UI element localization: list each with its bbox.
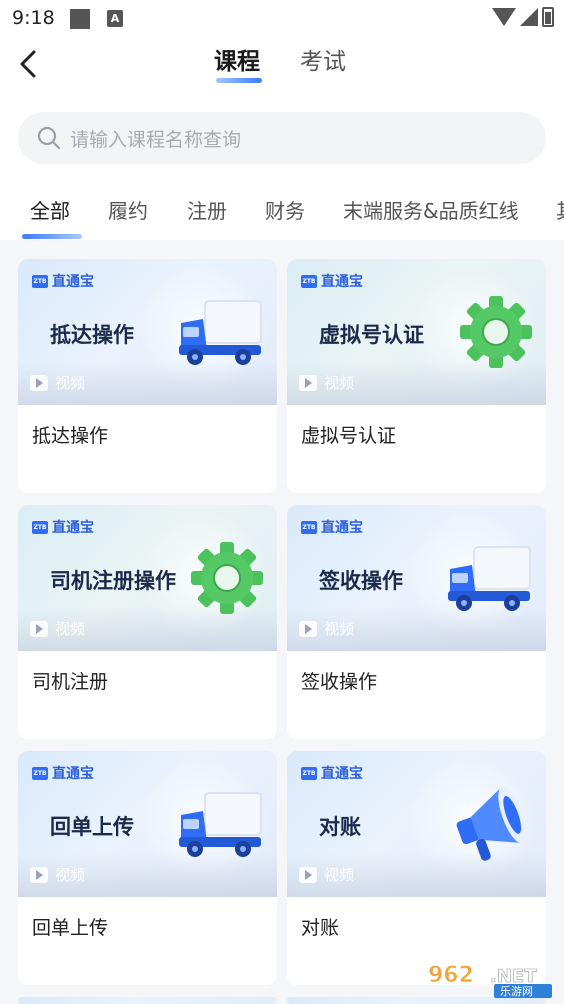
- brand-label: ZTB 直通宝: [301, 766, 363, 782]
- status-time: 9:18: [12, 7, 55, 29]
- wifi-icon: [492, 8, 516, 26]
- course-thumbnail: ZTB 直通宝 虚拟号认证 视频: [287, 259, 546, 405]
- tab-exam[interactable]: 考试: [300, 42, 346, 76]
- filter-active-indicator: [22, 234, 82, 239]
- course-thumbnail: ZTB 直通宝 司机注册操作 视频: [18, 505, 277, 651]
- course-thumbnail: ZTB 直通宝 签收操作 视频: [287, 505, 546, 651]
- nav-bar: 课程 考试: [0, 38, 564, 100]
- brand-label: ZTB 直通宝: [32, 766, 94, 782]
- search-placeholder: 请输入课程名称查询: [70, 129, 242, 151]
- thumbnail-title: 回单上传: [50, 815, 134, 839]
- thumbnail-title: 对账: [319, 815, 361, 839]
- tab-active-indicator: [216, 78, 262, 83]
- video-tag: 视频: [299, 864, 354, 885]
- truck-icon: [179, 300, 262, 365]
- play-icon: [30, 866, 48, 883]
- filter-fulfillment[interactable]: 履约: [108, 195, 148, 224]
- search-area: 请输入课程名称查询: [0, 100, 564, 174]
- thumbnail-title: 签收操作: [319, 569, 403, 593]
- play-icon: [30, 374, 48, 391]
- play-icon: [30, 620, 48, 637]
- course-thumbnail: ZTB 直通宝 抵达操作 视频: [18, 259, 277, 405]
- brand-logo-icon: ZTB: [32, 520, 48, 534]
- play-icon: [299, 866, 317, 883]
- course-card[interactable]: ZTB 直通宝 司机注册操作 视频 司机注册: [18, 505, 277, 739]
- category-filter-bar: 全部 履约 注册 财务 末端服务&品质红线 其: [0, 174, 564, 240]
- course-thumbnail: ZTB 直通宝 对账 视频: [287, 751, 546, 897]
- status-indicators: [492, 7, 554, 27]
- brand-logo-icon: ZTB: [32, 766, 48, 780]
- play-icon: [299, 620, 317, 637]
- thumbnail-title: 司机注册操作: [50, 569, 176, 593]
- brand-logo-icon: ZTB: [301, 274, 317, 288]
- filter-register[interactable]: 注册: [187, 195, 227, 224]
- svg-text:962: 962: [428, 963, 474, 988]
- truck-icon: [448, 546, 531, 611]
- filter-all[interactable]: 全部: [30, 195, 70, 224]
- search-input[interactable]: 请输入课程名称查询: [18, 112, 546, 164]
- course-card[interactable]: ZTB 直通宝 回单上传 视频 回单上传: [18, 751, 277, 985]
- megaphone-icon: [456, 786, 527, 861]
- video-tag: 视频: [30, 864, 85, 885]
- search-icon: [37, 126, 61, 150]
- video-tag: 视频: [30, 372, 85, 393]
- cell-signal-icon: [520, 8, 538, 26]
- course-title: 对账: [301, 917, 340, 939]
- brand-label: ZTB 直通宝: [301, 520, 363, 536]
- chevron-left-icon: [20, 50, 36, 78]
- svg-text:乐游网: 乐游网: [500, 985, 533, 998]
- course-title: 司机注册: [32, 671, 109, 693]
- status-bar: 9:18 A: [0, 0, 564, 38]
- brand-label: ZTB 直通宝: [301, 274, 363, 290]
- video-tag: 视频: [299, 618, 354, 639]
- gear-icon: [191, 542, 263, 614]
- course-card[interactable]: ZTB 直通宝 签收操作 视频 签收操作: [287, 505, 546, 739]
- battery-icon: [542, 7, 554, 27]
- filter-finance[interactable]: 财务: [265, 195, 305, 224]
- course-card[interactable]: ZTB 直通宝 对账 视频 对账: [287, 751, 546, 985]
- back-button[interactable]: [10, 44, 50, 84]
- brand-label: ZTB 直通宝: [32, 520, 94, 536]
- gear-icon: [460, 296, 532, 368]
- notification-square-icon: [70, 9, 90, 29]
- thumbnail-title: 虚拟号认证: [319, 323, 424, 347]
- watermark-logo: 962 .NET 乐游网: [424, 956, 556, 1000]
- brand-logo-icon: ZTB: [301, 520, 317, 534]
- tab-course[interactable]: 课程: [214, 42, 260, 76]
- course-title: 虚拟号认证: [301, 425, 397, 447]
- svg-text:.NET: .NET: [490, 966, 537, 987]
- video-tag: 视频: [30, 618, 85, 639]
- play-icon: [299, 374, 317, 391]
- course-card[interactable]: ZTB 直通宝 虚拟号认证 视频 虚拟号认证: [287, 259, 546, 493]
- course-card[interactable]: [18, 997, 277, 1004]
- course-title: 回单上传: [32, 917, 109, 939]
- course-card[interactable]: ZTB 直通宝 抵达操作 视频 抵达操作: [18, 259, 277, 493]
- truck-icon: [179, 792, 262, 857]
- brand-logo-icon: ZTB: [301, 766, 317, 780]
- brand-label: ZTB 直通宝: [32, 274, 94, 290]
- course-title: 抵达操作: [32, 425, 109, 447]
- thumbnail-title: 抵达操作: [50, 323, 134, 347]
- brand-logo-icon: ZTB: [32, 274, 48, 288]
- notification-a-icon: A: [107, 10, 123, 27]
- course-title: 签收操作: [301, 671, 378, 693]
- video-tag: 视频: [299, 372, 354, 393]
- course-thumbnail: ZTB 直通宝 回单上传 视频: [18, 751, 277, 897]
- filter-other[interactable]: 其: [556, 195, 564, 224]
- filter-last-mile-quality[interactable]: 末端服务&品质红线: [343, 195, 519, 224]
